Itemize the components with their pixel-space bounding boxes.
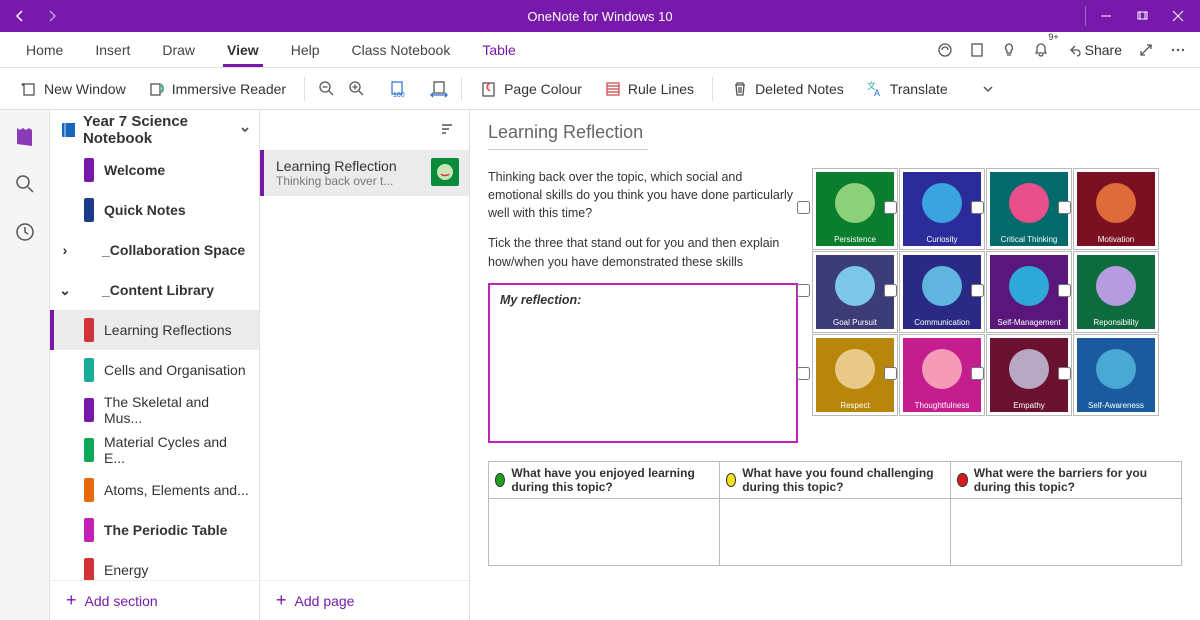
tab-class-notebook[interactable]: Class Notebook [336,32,467,67]
section-atoms-elements-and-[interactable]: Atoms, Elements and... [50,470,259,510]
recent-icon[interactable] [7,214,43,250]
zoom-in-icon[interactable] [343,75,371,103]
app-title: OneNote for Windows 10 [527,9,672,24]
add-page-button[interactable]: +Add page [260,580,469,620]
notebook-name: Year 7 Science Notebook [83,113,231,147]
new-window-button[interactable]: New Window [10,76,136,102]
sections-panel: Year 7 Science Notebook WelcomeQuick Not… [50,110,260,620]
notifications-icon[interactable]: 9+ [1025,34,1057,66]
zoom-out-icon[interactable] [313,75,341,103]
tab-draw[interactable]: Draw [146,32,211,67]
intro-para-1[interactable]: Thinking back over the topic, which soci… [488,168,798,222]
reflection-column[interactable]: What have you found challenging during t… [720,462,951,565]
share-button[interactable]: Share [1057,42,1130,58]
section-the-periodic-table[interactable]: The Periodic Table [50,510,259,550]
notifications-badge: 9+ [1048,32,1058,42]
svg-text:100: 100 [393,92,405,98]
immersive-reader-button[interactable]: Immersive Reader [138,76,296,102]
page-item[interactable]: Learning ReflectionThinking back over t.… [260,150,469,196]
zoom-100-icon[interactable]: 100 [385,75,413,103]
skill-checkbox[interactable] [884,284,897,297]
page-view-icon[interactable] [961,34,993,66]
skill-checkbox[interactable] [1058,201,1071,214]
page-width-icon[interactable] [425,75,453,103]
skill-checkbox[interactable] [1058,367,1071,380]
share-label: Share [1085,42,1122,58]
skill-checkbox[interactable] [971,284,984,297]
deleted-notes-button[interactable]: Deleted Notes [721,76,854,102]
sort-pages-icon[interactable] [439,121,455,140]
skill-checkbox[interactable] [797,367,810,380]
tab-view[interactable]: View [211,32,275,67]
intro-para-2[interactable]: Tick the three that stand out for you an… [488,234,798,270]
titlebar: OneNote for Windows 10 [0,0,1200,32]
section-quick-notes[interactable]: Quick Notes [50,190,259,230]
pages-panel: Learning ReflectionThinking back over t.… [260,110,470,620]
main-tabs: HomeInsertDrawViewHelpClass NotebookTabl… [0,32,1200,68]
skill-motivation: Motivation [1073,168,1159,250]
reflection-label: My reflection: [500,293,786,307]
section-energy[interactable]: Energy [50,550,259,580]
ribbon: New Window Immersive Reader 100 Page Col… [0,68,1200,110]
reflection-column[interactable]: What were the barriers for you during th… [951,462,1181,565]
rule-lines-button[interactable]: Rule Lines [594,76,704,102]
notebook-selector[interactable]: Year 7 Science Notebook [50,110,259,150]
left-rail [0,110,50,620]
notebooks-icon[interactable] [7,118,43,154]
search-icon[interactable] [7,166,43,202]
skills-grid: PersistenceCuriosityCritical ThinkingMot… [812,168,1159,443]
add-section-button[interactable]: +Add section [50,580,259,620]
skill-checkbox[interactable] [971,201,984,214]
reflection-column[interactable]: What have you enjoyed learning during th… [489,462,720,565]
minimize-button[interactable] [1088,0,1124,32]
skill-checkbox[interactable] [797,201,810,214]
tab-help[interactable]: Help [275,32,336,67]
translate-button[interactable]: 文ATranslate [856,76,958,102]
reflection-table[interactable]: What have you enjoyed learning during th… [488,461,1182,566]
section--content-library[interactable]: ⌄_Content Library [50,270,259,310]
svg-text:A: A [874,88,880,98]
ribbon-collapse-icon[interactable] [974,75,1002,103]
close-button[interactable] [1160,0,1196,32]
skill-reponsibility: Reponsibility [1073,251,1159,333]
reflection-box[interactable]: My reflection: [488,283,798,443]
section-welcome[interactable]: Welcome [50,150,259,190]
page-content[interactable]: Learning Reflection Thinking back over t… [470,110,1200,620]
tab-table[interactable]: Table [466,32,531,67]
maximize-button[interactable] [1124,0,1160,32]
skill-checkbox[interactable] [797,284,810,297]
page-title[interactable]: Learning Reflection [488,120,648,150]
back-button[interactable] [4,0,36,32]
section-learning-reflections[interactable]: Learning Reflections [50,310,259,350]
skill-checkbox[interactable] [1058,284,1071,297]
section-the-skeletal-and-mus-[interactable]: The Skeletal and Mus... [50,390,259,430]
tab-home[interactable]: Home [10,32,79,67]
skill-self-awareness: Self-Awareness [1073,334,1159,416]
section-cells-and-organisation[interactable]: Cells and Organisation [50,350,259,390]
section-material-cycles-and-e-[interactable]: Material Cycles and E... [50,430,259,470]
skill-checkbox[interactable] [971,367,984,380]
skill-checkbox[interactable] [884,201,897,214]
page-colour-button[interactable]: Page Colour [470,76,592,102]
more-icon[interactable] [1162,34,1194,66]
skill-checkbox[interactable] [884,367,897,380]
sync-icon[interactable] [929,34,961,66]
fullpage-icon[interactable] [1130,34,1162,66]
ideas-icon[interactable] [993,34,1025,66]
tab-insert[interactable]: Insert [79,32,146,67]
section--collaboration-space[interactable]: ›_Collaboration Space [50,230,259,270]
forward-button[interactable] [36,0,68,32]
